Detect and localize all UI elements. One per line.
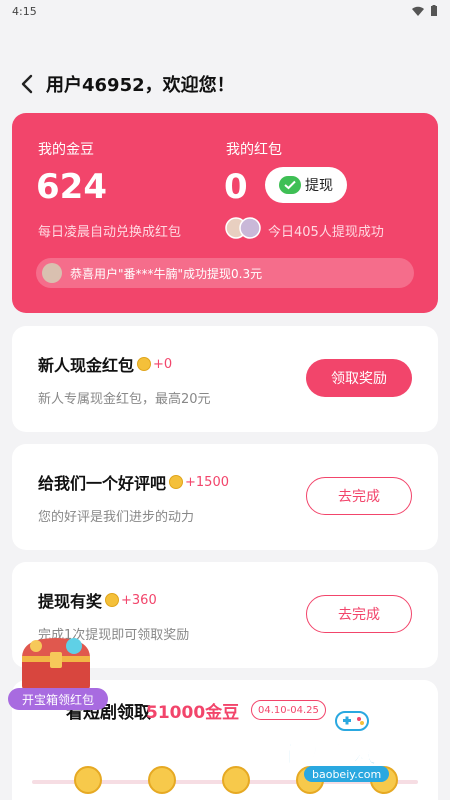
- claim-reward-button[interactable]: 领取奖励: [306, 359, 412, 397]
- coin-icon: [222, 766, 250, 794]
- treasure-chest-icon: [22, 638, 90, 690]
- watermark-text: 宝贝游戏网: [278, 740, 403, 769]
- task-title-text: 新人现金红包: [38, 356, 135, 375]
- treasure-chest-button[interactable]: 开宝箱领红包: [8, 632, 108, 712]
- drama-amount: 51000金豆: [146, 703, 240, 723]
- task-title-text: 提现有奖: [38, 592, 103, 611]
- chevron-left-icon: [21, 74, 33, 94]
- status-bar: 4:15: [0, 0, 450, 22]
- withdraw-label: 提现: [305, 178, 333, 194]
- status-time: 4:15: [12, 4, 37, 18]
- task-card-review: 给我们一个好评吧 +1500 您的好评是我们进步的动力 去完成: [12, 444, 438, 550]
- wechat-icon: [279, 176, 301, 194]
- gamepad-logo: [335, 711, 369, 731]
- task-title-text: 给我们一个好评吧: [38, 474, 167, 493]
- task-title: 提现有奖 +360: [38, 588, 157, 612]
- task-bonus: +1500: [185, 474, 229, 490]
- task-title: 给我们一个好评吧 +1500: [38, 470, 229, 494]
- task-desc: 您的好评是我们进步的动力: [38, 510, 195, 525]
- coin-icon: [74, 766, 102, 794]
- treasure-label: 开宝箱领红包: [8, 688, 108, 710]
- task-bonus: +0: [153, 356, 173, 372]
- task-card-newuser: 新人现金红包 +0 新人专属现金红包，最高20元 领取奖励: [12, 326, 438, 432]
- avatar-group: [225, 217, 261, 239]
- coin-icon: [169, 475, 184, 489]
- task-bonus: +360: [121, 592, 157, 608]
- redpacket-label: 我的红包: [226, 142, 282, 158]
- status-icons: [412, 5, 438, 17]
- coins-note: 每日凌晨自动兑换成红包: [38, 225, 182, 240]
- header: 用户46952，欢迎您！: [0, 62, 450, 106]
- back-button[interactable]: [16, 73, 38, 95]
- redpacket-value: 0: [224, 167, 248, 207]
- go-complete-button[interactable]: 去完成: [306, 595, 412, 633]
- withdraw-button[interactable]: 提现: [265, 167, 347, 203]
- ticker-text: 恭喜用户"番***牛腩"成功提现0.3元: [70, 266, 263, 281]
- go-complete-button[interactable]: 去完成: [306, 477, 412, 515]
- wifi-icon: [412, 6, 424, 16]
- coins-value: 624: [36, 167, 107, 207]
- avatar: [42, 263, 62, 283]
- watermark-url: baobeiy.com: [304, 766, 390, 782]
- coin-icon: [148, 766, 176, 794]
- page-title: 用户46952，欢迎您！: [46, 75, 235, 96]
- battery-icon: [431, 5, 437, 16]
- task-title: 新人现金红包 +0: [38, 352, 172, 376]
- ticker-banner: 恭喜用户"番***牛腩"成功提现0.3元: [36, 258, 414, 288]
- coins-label: 我的金豆: [38, 142, 94, 158]
- coin-icon: [137, 357, 152, 371]
- summary-card: 我的金豆 624 每日凌晨自动兑换成红包 我的红包 0 提现 今日405人提现成…: [12, 113, 438, 313]
- withdraw-note: 今日405人提现成功: [268, 225, 384, 240]
- task-desc: 新人专属现金红包，最高20元: [38, 392, 211, 407]
- coin-icon: [105, 593, 120, 607]
- watermark: 宝贝游戏网 baobeiy.com: [276, 706, 426, 786]
